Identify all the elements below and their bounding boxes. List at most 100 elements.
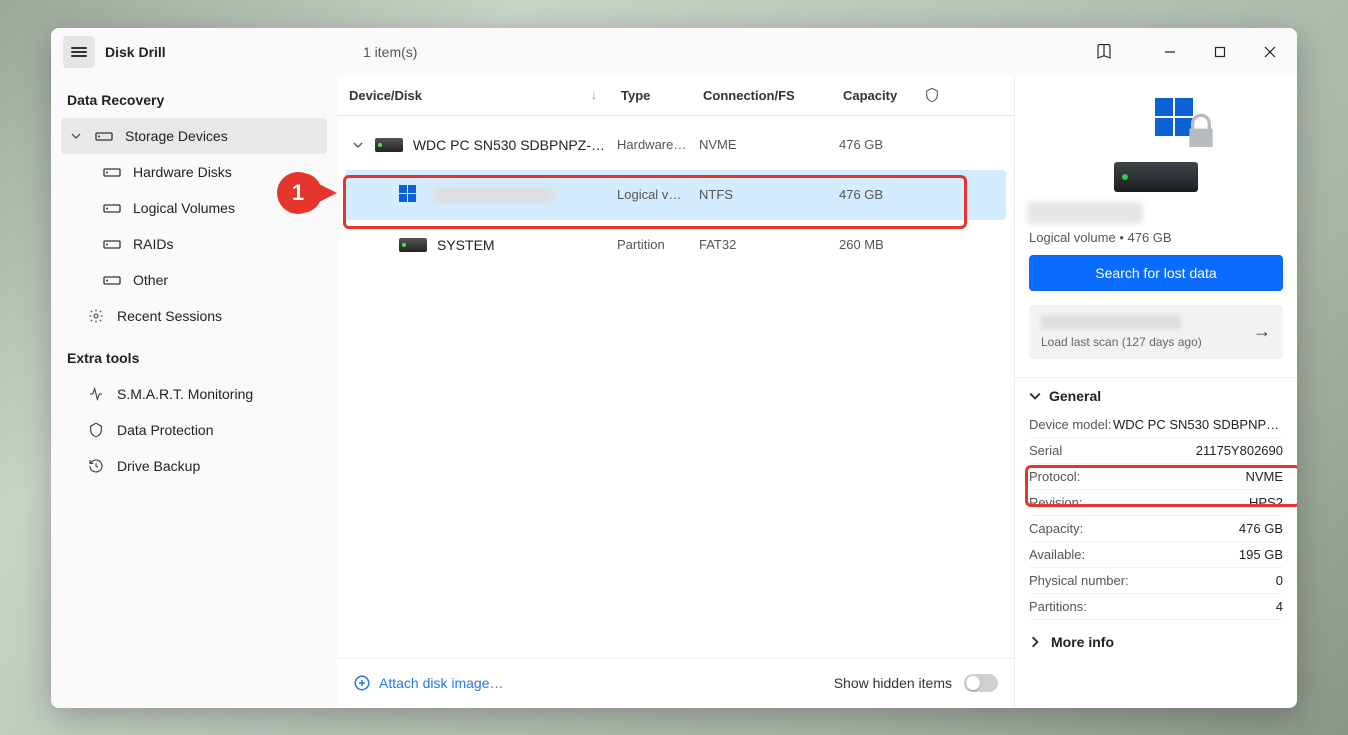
column-capacity[interactable]: Capacity bbox=[831, 76, 911, 115]
gear-icon bbox=[87, 308, 105, 324]
history-icon bbox=[87, 458, 105, 474]
property-value: HPS2 bbox=[1249, 495, 1283, 510]
device-capacity: 260 MB bbox=[827, 237, 907, 252]
device-connection: NTFS bbox=[687, 187, 827, 202]
property-row: Device model:WDC PC SN530 SDBPNPZ-512G-… bbox=[1029, 412, 1283, 438]
plus-circle-icon bbox=[353, 674, 371, 692]
sidebar-item-data-protection[interactable]: Data Protection bbox=[61, 412, 327, 448]
load-last-scan-button[interactable]: Load last scan (127 days ago) → bbox=[1029, 305, 1283, 359]
sort-arrow-icon: ↓ bbox=[591, 88, 597, 102]
property-key: Revision: bbox=[1029, 495, 1082, 510]
attach-disk-image-link[interactable]: Attach disk image… bbox=[353, 674, 504, 692]
app-window: Disk Drill 1 item(s) Data Recovery Stora… bbox=[51, 28, 1297, 708]
show-hidden-toggle[interactable] bbox=[964, 674, 998, 692]
property-row: Partitions: 4 bbox=[1029, 594, 1283, 620]
more-info-section-head[interactable]: More info bbox=[1029, 634, 1283, 650]
sidebar-item-raids[interactable]: RAIDs bbox=[61, 226, 327, 262]
sidebar-item-label: Drive Backup bbox=[117, 458, 200, 474]
property-value: WDC PC SN530 SDBPNPZ-512G-… bbox=[1113, 417, 1283, 432]
table-row[interactable]: WDC PC SN530 SDBPNPZ-… Hardware… NVME 47… bbox=[345, 120, 1006, 170]
disk-icon bbox=[1114, 162, 1198, 192]
column-protection[interactable] bbox=[911, 76, 953, 115]
shield-icon bbox=[87, 422, 105, 438]
footer-bar: Attach disk image… Show hidden items bbox=[337, 658, 1014, 708]
device-type: Partition bbox=[605, 237, 687, 252]
device-capacity: 476 GB bbox=[827, 187, 907, 202]
property-key: Device model: bbox=[1029, 417, 1111, 432]
sidebar-item-label: Storage Devices bbox=[125, 128, 228, 144]
property-row: Serial 21175Y802690 bbox=[1029, 438, 1283, 464]
chevron-down-icon bbox=[351, 140, 365, 150]
device-subtitle: Logical volume • 476 GB bbox=[1029, 230, 1283, 245]
app-title: Disk Drill bbox=[105, 44, 166, 60]
chevron-right-icon bbox=[1029, 636, 1041, 648]
main-area: Device/Disk↓ Type Connection/FS Capacity bbox=[337, 76, 1297, 708]
table-row[interactable]: Logical vol… NTFS 476 GB bbox=[345, 170, 1006, 220]
sidebar: Data Recovery Storage Devices Hardware D… bbox=[51, 76, 337, 708]
device-name-blurred bbox=[1027, 202, 1143, 224]
callout-1: 1 bbox=[277, 172, 319, 214]
disk-icon bbox=[399, 238, 427, 252]
minimize-button[interactable] bbox=[1147, 36, 1193, 68]
property-value: 195 GB bbox=[1239, 547, 1283, 562]
search-lost-data-button[interactable]: Search for lost data bbox=[1029, 255, 1283, 291]
menu-button[interactable] bbox=[63, 36, 95, 68]
property-value: 21175Y802690 bbox=[1196, 443, 1283, 458]
sidebar-item-storage-devices[interactable]: Storage Devices bbox=[61, 118, 327, 154]
arrow-right-icon: → bbox=[1253, 321, 1271, 342]
app-body: Data Recovery Storage Devices Hardware D… bbox=[51, 76, 1297, 708]
show-hidden-toggle-label: Show hidden items bbox=[834, 674, 998, 692]
window-controls bbox=[1081, 28, 1293, 76]
device-name: SYSTEM bbox=[437, 237, 495, 253]
table-header: Device/Disk↓ Type Connection/FS Capacity bbox=[337, 76, 1014, 116]
disk-icon bbox=[375, 138, 403, 152]
device-illustration bbox=[1029, 92, 1283, 192]
table-body: WDC PC SN530 SDBPNPZ-… Hardware… NVME 47… bbox=[337, 116, 1014, 270]
table-row[interactable]: SYSTEM Partition FAT32 260 MB bbox=[345, 220, 1006, 270]
column-device[interactable]: Device/Disk↓ bbox=[337, 76, 609, 115]
sidebar-item-other[interactable]: Other bbox=[61, 262, 327, 298]
sidebar-item-label: RAIDs bbox=[133, 236, 173, 252]
details-panel: Logical volume • 476 GB Search for lost … bbox=[1015, 76, 1297, 708]
activity-icon bbox=[87, 386, 105, 402]
column-connection[interactable]: Connection/FS bbox=[691, 76, 831, 115]
device-name: WDC PC SN530 SDBPNPZ-… bbox=[413, 137, 605, 153]
close-button[interactable] bbox=[1247, 36, 1293, 68]
property-row: Revision: HPS2 bbox=[1029, 490, 1283, 516]
sidebar-item-drive-backup[interactable]: Drive Backup bbox=[61, 448, 327, 484]
sidebar-section-recovery: Data Recovery bbox=[61, 84, 327, 118]
windows-lock-icon bbox=[399, 185, 423, 205]
property-row: Available:195 GB bbox=[1029, 542, 1283, 568]
item-count: 1 item(s) bbox=[363, 44, 417, 60]
device-name-blurred bbox=[433, 187, 553, 203]
hamburger-icon bbox=[71, 47, 87, 57]
device-type: Hardware… bbox=[605, 137, 687, 152]
property-row: Protocol:NVME bbox=[1029, 464, 1283, 490]
column-type[interactable]: Type bbox=[609, 76, 691, 115]
property-key: Capacity: bbox=[1029, 521, 1083, 536]
sidebar-item-label: Recent Sessions bbox=[117, 308, 222, 324]
titlebar: Disk Drill 1 item(s) bbox=[51, 28, 1297, 76]
disk-icon bbox=[103, 274, 121, 286]
property-row: Physical number:0 bbox=[1029, 568, 1283, 594]
sidebar-item-smart[interactable]: S.M.A.R.T. Monitoring bbox=[61, 376, 327, 412]
disk-icon bbox=[103, 166, 121, 178]
lock-icon bbox=[1181, 110, 1221, 157]
device-capacity: 476 GB bbox=[827, 137, 907, 152]
sidebar-section-extra: Extra tools bbox=[61, 342, 327, 376]
help-icon[interactable] bbox=[1081, 36, 1127, 68]
property-key: Partitions: bbox=[1029, 599, 1087, 614]
property-key: Protocol: bbox=[1029, 469, 1080, 484]
maximize-button[interactable] bbox=[1197, 36, 1243, 68]
last-scan-subtitle: Load last scan (127 days ago) bbox=[1041, 335, 1202, 349]
property-row: Capacity:476 GB bbox=[1029, 516, 1283, 542]
general-section-head[interactable]: General bbox=[1029, 388, 1283, 404]
device-connection: FAT32 bbox=[687, 237, 827, 252]
property-value: 4 bbox=[1276, 599, 1283, 614]
sidebar-item-recent-sessions[interactable]: Recent Sessions bbox=[61, 298, 327, 334]
general-properties: Device model:WDC PC SN530 SDBPNPZ-512G-…… bbox=[1029, 412, 1283, 620]
device-type: Logical vol… bbox=[605, 187, 687, 202]
property-key: Serial bbox=[1029, 443, 1062, 458]
device-list-panel: Device/Disk↓ Type Connection/FS Capacity bbox=[337, 76, 1015, 708]
last-scan-name-blurred bbox=[1041, 315, 1181, 329]
